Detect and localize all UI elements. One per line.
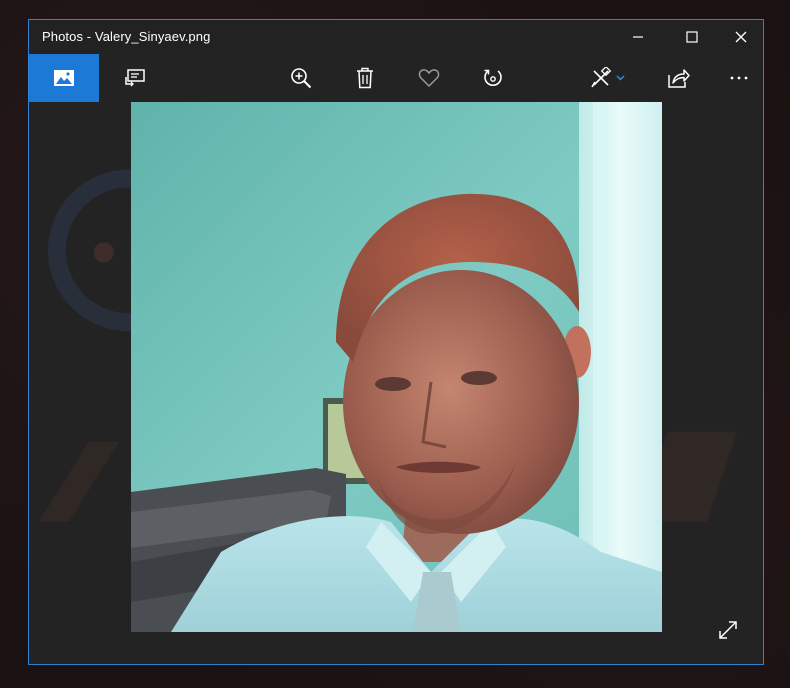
slideshow-icon <box>125 69 145 87</box>
close-icon <box>735 31 747 43</box>
toolbar <box>29 54 763 102</box>
edit-create-button[interactable] <box>585 54 631 102</box>
expand-icon <box>719 621 737 639</box>
minimize-icon <box>633 36 643 38</box>
maximize-icon <box>686 31 698 43</box>
rotate-button[interactable] <box>475 54 511 102</box>
photo-viewer-area <box>29 102 763 664</box>
share-icon <box>668 69 690 88</box>
expand-button[interactable] <box>715 617 741 643</box>
image-icon <box>54 70 74 86</box>
minimize-button[interactable] <box>615 20 661 54</box>
heart-icon <box>418 69 440 88</box>
portrait-photo <box>131 102 662 632</box>
more-button[interactable] <box>719 54 759 102</box>
photo-image[interactable] <box>131 102 662 632</box>
rotate-icon <box>484 69 502 86</box>
photos-app-window: Photos - Valery_Sinyaev.png <box>28 19 764 665</box>
maximize-button[interactable] <box>669 20 715 54</box>
trash-icon <box>357 67 373 89</box>
window-title: Photos - Valery_Sinyaev.png <box>42 29 211 44</box>
delete-button[interactable] <box>347 54 383 102</box>
view-photo-button[interactable] <box>29 54 99 102</box>
zoom-in-icon <box>291 68 312 89</box>
more-icon <box>730 76 748 80</box>
edit-create-icon <box>591 67 625 88</box>
favorite-button[interactable] <box>411 54 447 102</box>
slideshow-button[interactable] <box>117 54 153 102</box>
zoom-button[interactable] <box>283 54 319 102</box>
close-button[interactable] <box>718 20 763 54</box>
share-button[interactable] <box>661 54 697 102</box>
title-bar[interactable]: Photos - Valery_Sinyaev.png <box>29 20 763 54</box>
